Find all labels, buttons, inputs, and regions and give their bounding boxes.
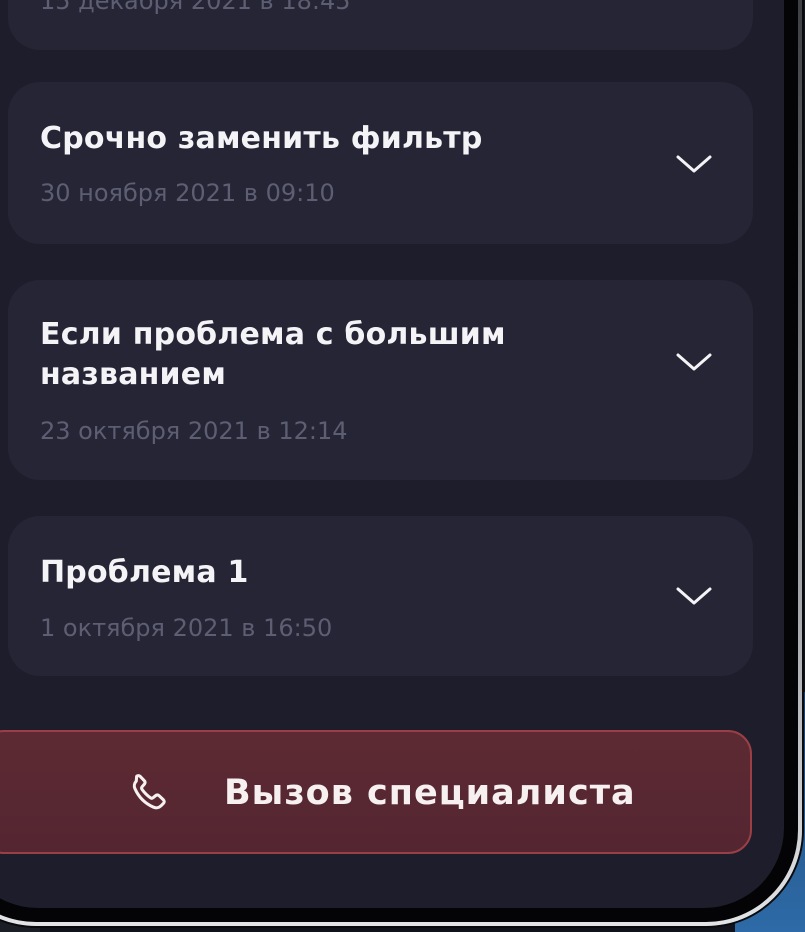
problem-card[interactable]: Срочно заменить фильтр 30 ноября 2021 в …: [8, 82, 753, 244]
problem-card-partial[interactable]: 15 декабря 2021 в 18:45: [8, 0, 753, 50]
problem-date: 1 октября 2021 в 16:50: [40, 614, 333, 642]
chevron-down-icon[interactable]: [674, 584, 714, 608]
problem-date: 23 октября 2021 в 12:14: [40, 417, 348, 445]
problem-history-list: 15 декабря 2021 в 18:45 Срочно заменить …: [0, 0, 805, 932]
chevron-down-icon[interactable]: [674, 350, 714, 374]
chevron-down-icon[interactable]: [674, 152, 714, 176]
problem-date: 15 декабря 2021 в 18:45: [40, 0, 351, 15]
problem-card[interactable]: Проблема 1 1 октября 2021 в 16:50: [8, 516, 753, 676]
problem-title: Проблема 1: [40, 555, 249, 590]
phone-icon: [124, 770, 170, 816]
problem-title-line-1: Если проблема с большим: [40, 317, 506, 352]
call-specialist-label: Вызов специалиста: [224, 773, 636, 813]
app-screenshot: 15 декабря 2021 в 18:45 Срочно заменить …: [0, 0, 805, 932]
problem-date: 30 ноября 2021 в 09:10: [40, 179, 335, 207]
call-specialist-button[interactable]: Вызов специалиста: [0, 730, 752, 854]
problem-card[interactable]: Если проблема с большим названием 23 окт…: [8, 280, 753, 480]
problem-title: Срочно заменить фильтр: [40, 121, 483, 156]
problem-title-line-2: названием: [40, 357, 227, 392]
